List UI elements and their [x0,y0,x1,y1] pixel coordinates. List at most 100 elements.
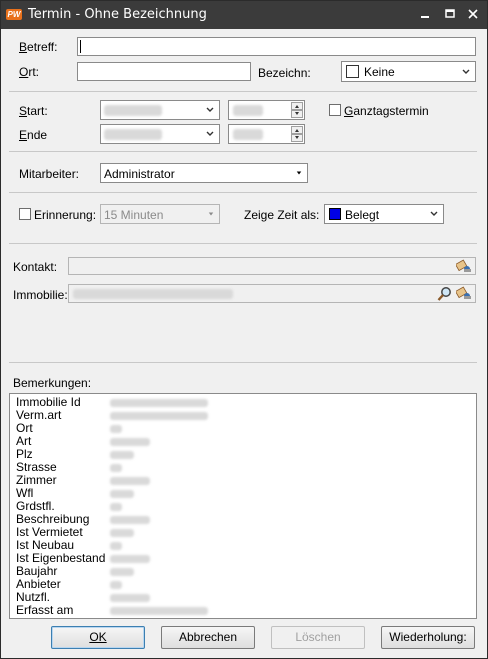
abbrechen-button[interactable]: Abbrechen [161,626,255,649]
remark-value [110,438,150,446]
spin-up-icon [295,129,299,132]
title-bar[interactable]: PW Termin - Ohne Bezeichnung [1,1,487,29]
ort-input[interactable] [77,62,251,81]
end-time-value [233,129,263,140]
spin-up-icon [295,105,299,108]
end-time-spinner[interactable] [228,124,305,144]
ende-label-rest: nde [27,128,48,142]
betreff-label: Betreff: [19,40,58,54]
remark-value [110,542,122,550]
loeschen-button[interactable]: Löschen [271,626,365,649]
erinnerung-checkbox[interactable] [19,208,31,220]
remark-value [110,529,134,537]
remark-value [110,399,208,407]
immobilie-value [73,289,233,299]
window-title: Termin - Ohne Bezeichnung [28,7,207,22]
close-icon [468,9,478,19]
maximize-button[interactable] [439,5,461,25]
contact-card-icon[interactable] [456,259,472,274]
spin-down-icon [295,136,299,139]
remark-value [110,607,208,615]
remark-value [110,516,150,524]
bezeichn-label: Bezeichn: [258,66,311,80]
bezeichn-select[interactable]: Keine [341,61,476,82]
ganztag-label: Ganztagstermin [344,104,429,118]
spin-down-button[interactable] [291,110,303,118]
betreff-input[interactable] [77,37,476,56]
bemerkungen-textarea[interactable]: Immobilie Id Verm.art Ort Art Plz Strasse Zimm… [9,393,477,619]
ganztag-checkbox[interactable] [329,104,341,116]
separator [9,243,477,244]
form-content: Betreff: Ort: Bezeichn: Keine Start: Gan… [1,29,487,658]
zeige-zeit-select[interactable]: Belegt [324,204,444,224]
erinnerung-label: Erinnerung: [34,208,97,222]
separator [9,91,477,92]
erinnerung-select[interactable]: 15 Minuten [100,204,220,224]
close-button[interactable] [462,5,484,25]
minimize-button[interactable] [414,5,436,25]
start-label-rest: tart: [27,104,48,118]
start-time-spinner[interactable] [228,100,305,120]
appointment-window: PW Termin - Ohne Bezeichnung Betreff: Or… [0,0,488,659]
chevron-down-icon [462,69,470,74]
remark-value [110,464,122,472]
remark-value [110,503,122,511]
bemerkungen-label: Bemerkungen: [13,376,92,390]
zeige-zeit-value: Belegt [345,208,380,222]
kontakt-field[interactable] [68,257,476,275]
ort-label: Ort: [19,65,40,79]
start-date-select[interactable] [100,100,220,120]
dropdown-arrow-icon [296,171,302,175]
remark-value [110,425,122,433]
contact-card-icon[interactable] [456,286,472,301]
ende-label: Ende [19,128,48,142]
remark-value [110,568,134,576]
mitarbeiter-label: Mitarbeiter: [19,167,80,181]
spin-down-icon [295,112,299,115]
bezeichn-value: Keine [364,65,395,79]
end-date-value [104,129,162,140]
spin-up-button[interactable] [291,102,303,110]
remark-value [110,581,122,589]
ort-label-rest: rt: [28,65,40,79]
spin-down-button[interactable] [291,134,303,142]
remark-value [110,594,150,602]
text-cursor [80,40,81,53]
remark-line: Erfasst am [16,603,74,617]
separator [9,192,477,193]
abbrechen-button-label: Abbrechen [178,630,238,644]
status-color-swatch [329,208,341,220]
ok-button[interactable]: OK [51,626,145,649]
erinnerung-value: 15 Minuten [104,208,164,222]
app-logo-icon: PW [6,9,22,20]
search-icon[interactable] [437,286,453,302]
color-swatch [346,65,359,78]
start-date-value [104,105,162,116]
chevron-down-icon [206,107,214,112]
remark-value [110,412,208,420]
ganztag-label-rest: anztagstermin [353,104,429,118]
wiederholung-button[interactable]: Wiederholung: [381,626,475,649]
mitarbeiter-select[interactable]: Administrator [100,163,308,183]
maximize-icon [445,9,455,18]
remark-value [110,490,134,498]
immobilie-field[interactable] [68,284,476,303]
start-label: Start: [19,104,48,118]
remark-value [110,451,134,459]
loeschen-button-label: Löschen [295,630,341,644]
remark-lines: Immobilie Id Verm.art Ort Art Plz Strasse Zimm… [16,396,105,617]
chevron-down-icon [206,131,214,136]
immobilie-label: Immobilie: [13,288,68,302]
zeige-zeit-label: Zeige Zeit als: [244,208,320,222]
remark-value [110,477,150,485]
dropdown-arrow-icon [208,212,214,216]
separator [9,151,477,152]
mitarbeiter-value: Administrator [104,167,175,181]
end-date-select[interactable] [100,124,220,144]
spin-up-button[interactable] [291,126,303,134]
wiederholung-button-label: Wiederholung: [389,630,467,644]
kontakt-label: Kontakt: [13,260,58,274]
ok-button-label: OK [89,630,107,644]
separator [9,362,477,363]
chevron-down-icon [430,211,438,216]
